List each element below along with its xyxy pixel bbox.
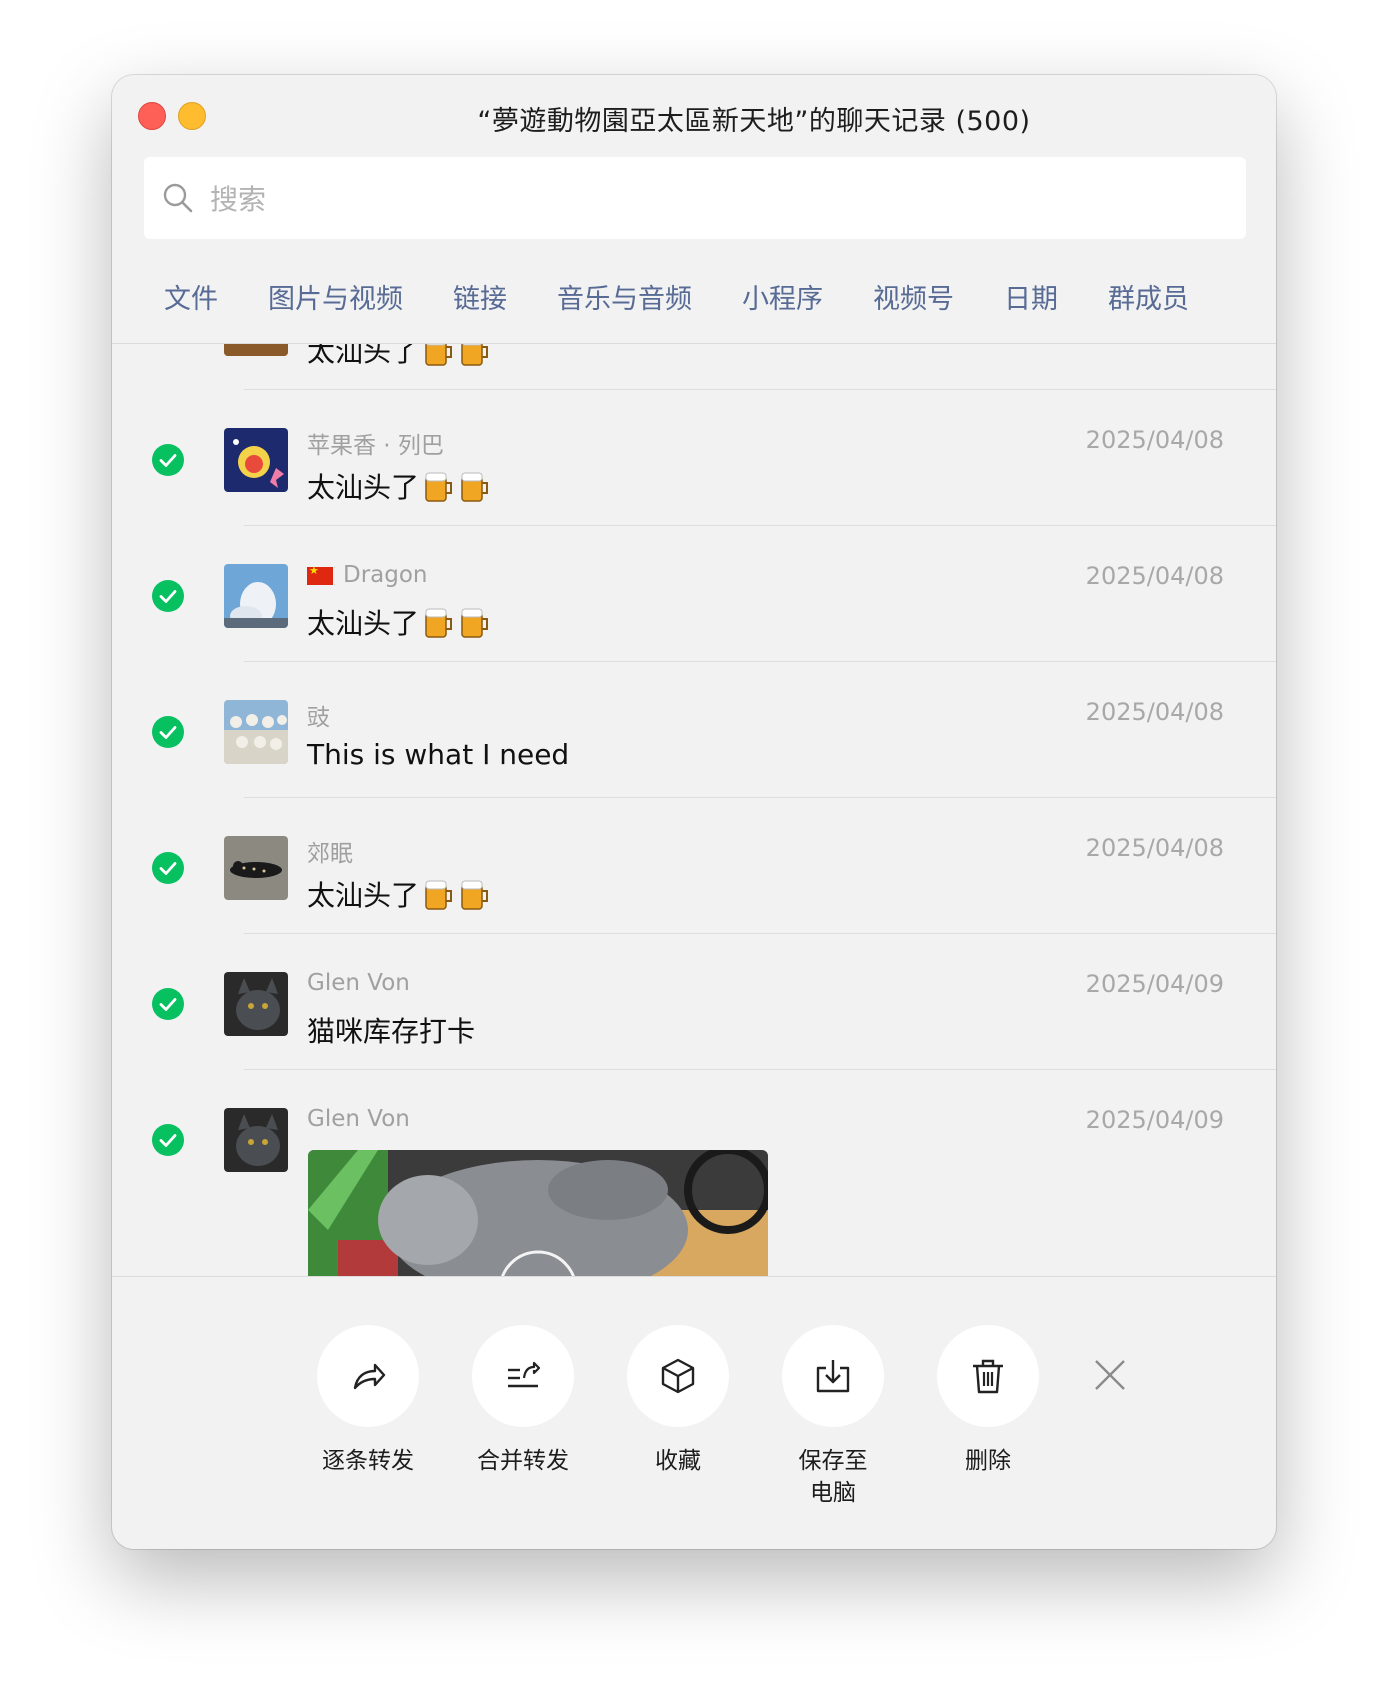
message-text: 太汕头了 [307,874,491,914]
beer-emoji-icon [425,472,453,502]
filter-mini-programs[interactable]: 小程序 [742,275,823,325]
selected-check-icon[interactable] [152,580,184,612]
box-icon [661,1358,695,1394]
footer-divider [112,1276,1276,1277]
action-label: 删除 [965,1448,1011,1474]
favorite-button[interactable]: 收藏 [608,1325,748,1477]
avatar[interactable] [224,972,288,1036]
list-item[interactable]: 苹果香 · 列巴 2025/04/08 太汕头了 [112,390,1276,526]
message-list[interactable]: 太汕头了 苹果香 · 列巴 2025/04/08 太汕头了 ★Dragon 20… [112,344,1276,1276]
filter-files[interactable]: 文件 [164,275,218,325]
filter-members[interactable]: 群成员 [1108,275,1189,325]
message-text: 太汕头了 [307,466,491,506]
save-to-computer-button[interactable]: 保存至 电脑 [763,1325,903,1509]
filter-music-audio[interactable]: 音乐与音频 [557,275,692,325]
trash-icon [973,1359,1003,1394]
list-item[interactable]: Glen Von 2025/04/09 猫咪库存打卡 [112,934,1276,1070]
message-date: 2025/04/08 [1085,834,1224,862]
message-date: 2025/04/08 [1085,426,1224,454]
avatar [224,344,288,356]
list-item[interactable]: Dragon 2025/04/08 太汕头了 [112,526,1276,662]
message-date: 2025/04/09 [1085,1106,1224,1134]
delete-button[interactable]: 删除 [918,1325,1058,1477]
list-item[interactable]: 郊眠 2025/04/08 太汕头了 [112,798,1276,934]
selected-check-icon[interactable] [152,852,184,884]
sender-name: 郊眠 [307,841,353,867]
list-item-partial[interactable]: 太汕头了 [112,344,1276,390]
message-text: 猫咪库存打卡 [307,1015,476,1048]
sender-name: Glen Von [307,970,410,996]
beer-emoji-icon [461,472,489,502]
avatar[interactable] [224,564,288,628]
message-text: 太汕头了 [307,602,491,642]
avatar[interactable] [224,1108,288,1172]
avatar[interactable] [224,836,288,900]
china-flag-icon [307,564,333,585]
beer-emoji-icon [461,344,489,366]
beer-emoji-icon [425,880,453,910]
selected-check-icon[interactable] [152,988,184,1020]
filter-tabs: 文件 图片与视频 链接 音乐与音频 小程序 视频号 日期 群成员 [164,275,1239,325]
message-date: 2025/04/08 [1085,562,1224,590]
close-selection-icon[interactable] [1092,1357,1128,1393]
selected-check-icon[interactable] [152,716,184,748]
beer-emoji-icon [461,880,489,910]
beer-emoji-icon [461,608,489,638]
list-item[interactable]: 豉 2025/04/08 This is what I need [112,662,1276,798]
sender-name: 苹果香 · 列巴 [307,433,444,459]
message-text: This is what I need [307,738,570,771]
message-date: 2025/04/08 [1085,698,1224,726]
action-label: 合并转发 [477,1448,569,1474]
beer-emoji-icon [425,608,453,638]
forward-icon [353,1363,386,1390]
sender-name: 豉 [307,705,330,731]
video-thumbnail[interactable] [308,1150,768,1276]
sender-name: Dragon [307,562,428,588]
avatar[interactable] [224,428,288,492]
search-input[interactable] [208,157,1212,241]
message-text: 太汕头了 [307,344,491,370]
merge-forward-icon [508,1361,541,1388]
action-label: 保存至 电脑 [798,1448,868,1506]
list-item[interactable]: Glen Von 2025/04/09 [112,1070,1276,1276]
message-date: 2025/04/09 [1085,970,1224,998]
sender-name: Glen Von [307,1106,410,1132]
forward-one-by-one-button[interactable]: 逐条转发 [298,1325,438,1477]
action-label: 收藏 [655,1448,701,1474]
search-box[interactable] [144,157,1246,241]
window-title: “夢遊動物園亞太區新天地”的聊天记录 (500) [477,106,1031,137]
merge-forward-button[interactable]: 合并转发 [453,1325,593,1477]
download-icon [816,1360,850,1393]
selected-check-icon[interactable] [152,444,184,476]
filter-channels[interactable]: 视频号 [873,275,954,325]
action-label: 逐条转发 [322,1448,414,1474]
beer-emoji-icon [425,344,453,366]
selected-check-icon[interactable] [152,1124,184,1156]
filter-links[interactable]: 链接 [453,275,507,325]
chat-history-window: “夢遊動物園亞太區新天地”的聊天记录 (500) 文件 图片与视频 链接 音乐与… [112,75,1276,1549]
avatar[interactable] [224,700,288,764]
filter-date[interactable]: 日期 [1004,275,1058,325]
filter-images-videos[interactable]: 图片与视频 [268,275,403,325]
search-icon [163,183,193,213]
